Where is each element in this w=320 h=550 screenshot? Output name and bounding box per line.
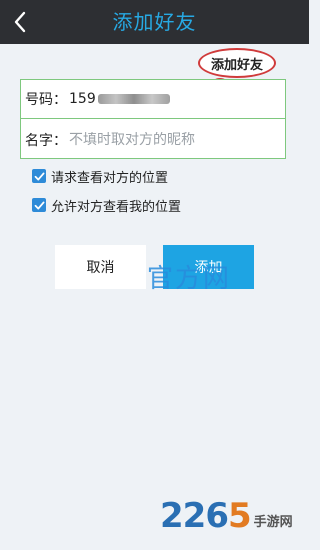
watermark-logo-number-b: 5 [227, 496, 252, 536]
phone-row[interactable]: 号码： 159 [21, 80, 285, 119]
share-location-option[interactable]: 允许对方查看我的位置 [32, 196, 182, 215]
watermark-logo-number-a: 226 [160, 496, 229, 536]
checkmark-icon [34, 201, 45, 210]
page-title: 添加好友 [112, 10, 197, 34]
name-label: 名字： [25, 132, 67, 149]
checkmark-icon [34, 172, 45, 181]
watermark-logo: 2265 手游网 [160, 496, 293, 536]
name-input[interactable] [69, 131, 229, 148]
share-location-label: 允许对方查看我的位置 [51, 199, 182, 215]
name-row: 名字： [21, 120, 285, 159]
top-bar: 添加好友 [0, 0, 309, 44]
cancel-button[interactable]: 取消 [55, 245, 146, 289]
annotation-bubble: 添加好友 [198, 48, 276, 78]
add-friend-form: 号码： 159 名字： [20, 79, 286, 159]
redacted-digits [97, 94, 170, 104]
watermark-logo-number: 2265 [160, 496, 252, 536]
share-location-checkbox[interactable] [32, 198, 46, 212]
watermark-logo-text: 手游网 [253, 515, 293, 530]
request-location-checkbox[interactable] [32, 169, 46, 183]
phone-label: 号码： [25, 92, 67, 108]
request-location-label: 请求查看对方的位置 [51, 170, 169, 186]
request-location-option[interactable]: 请求查看对方的位置 [32, 167, 169, 186]
add-button[interactable]: 添加 [163, 245, 254, 289]
phone-value: 159 [69, 91, 96, 107]
